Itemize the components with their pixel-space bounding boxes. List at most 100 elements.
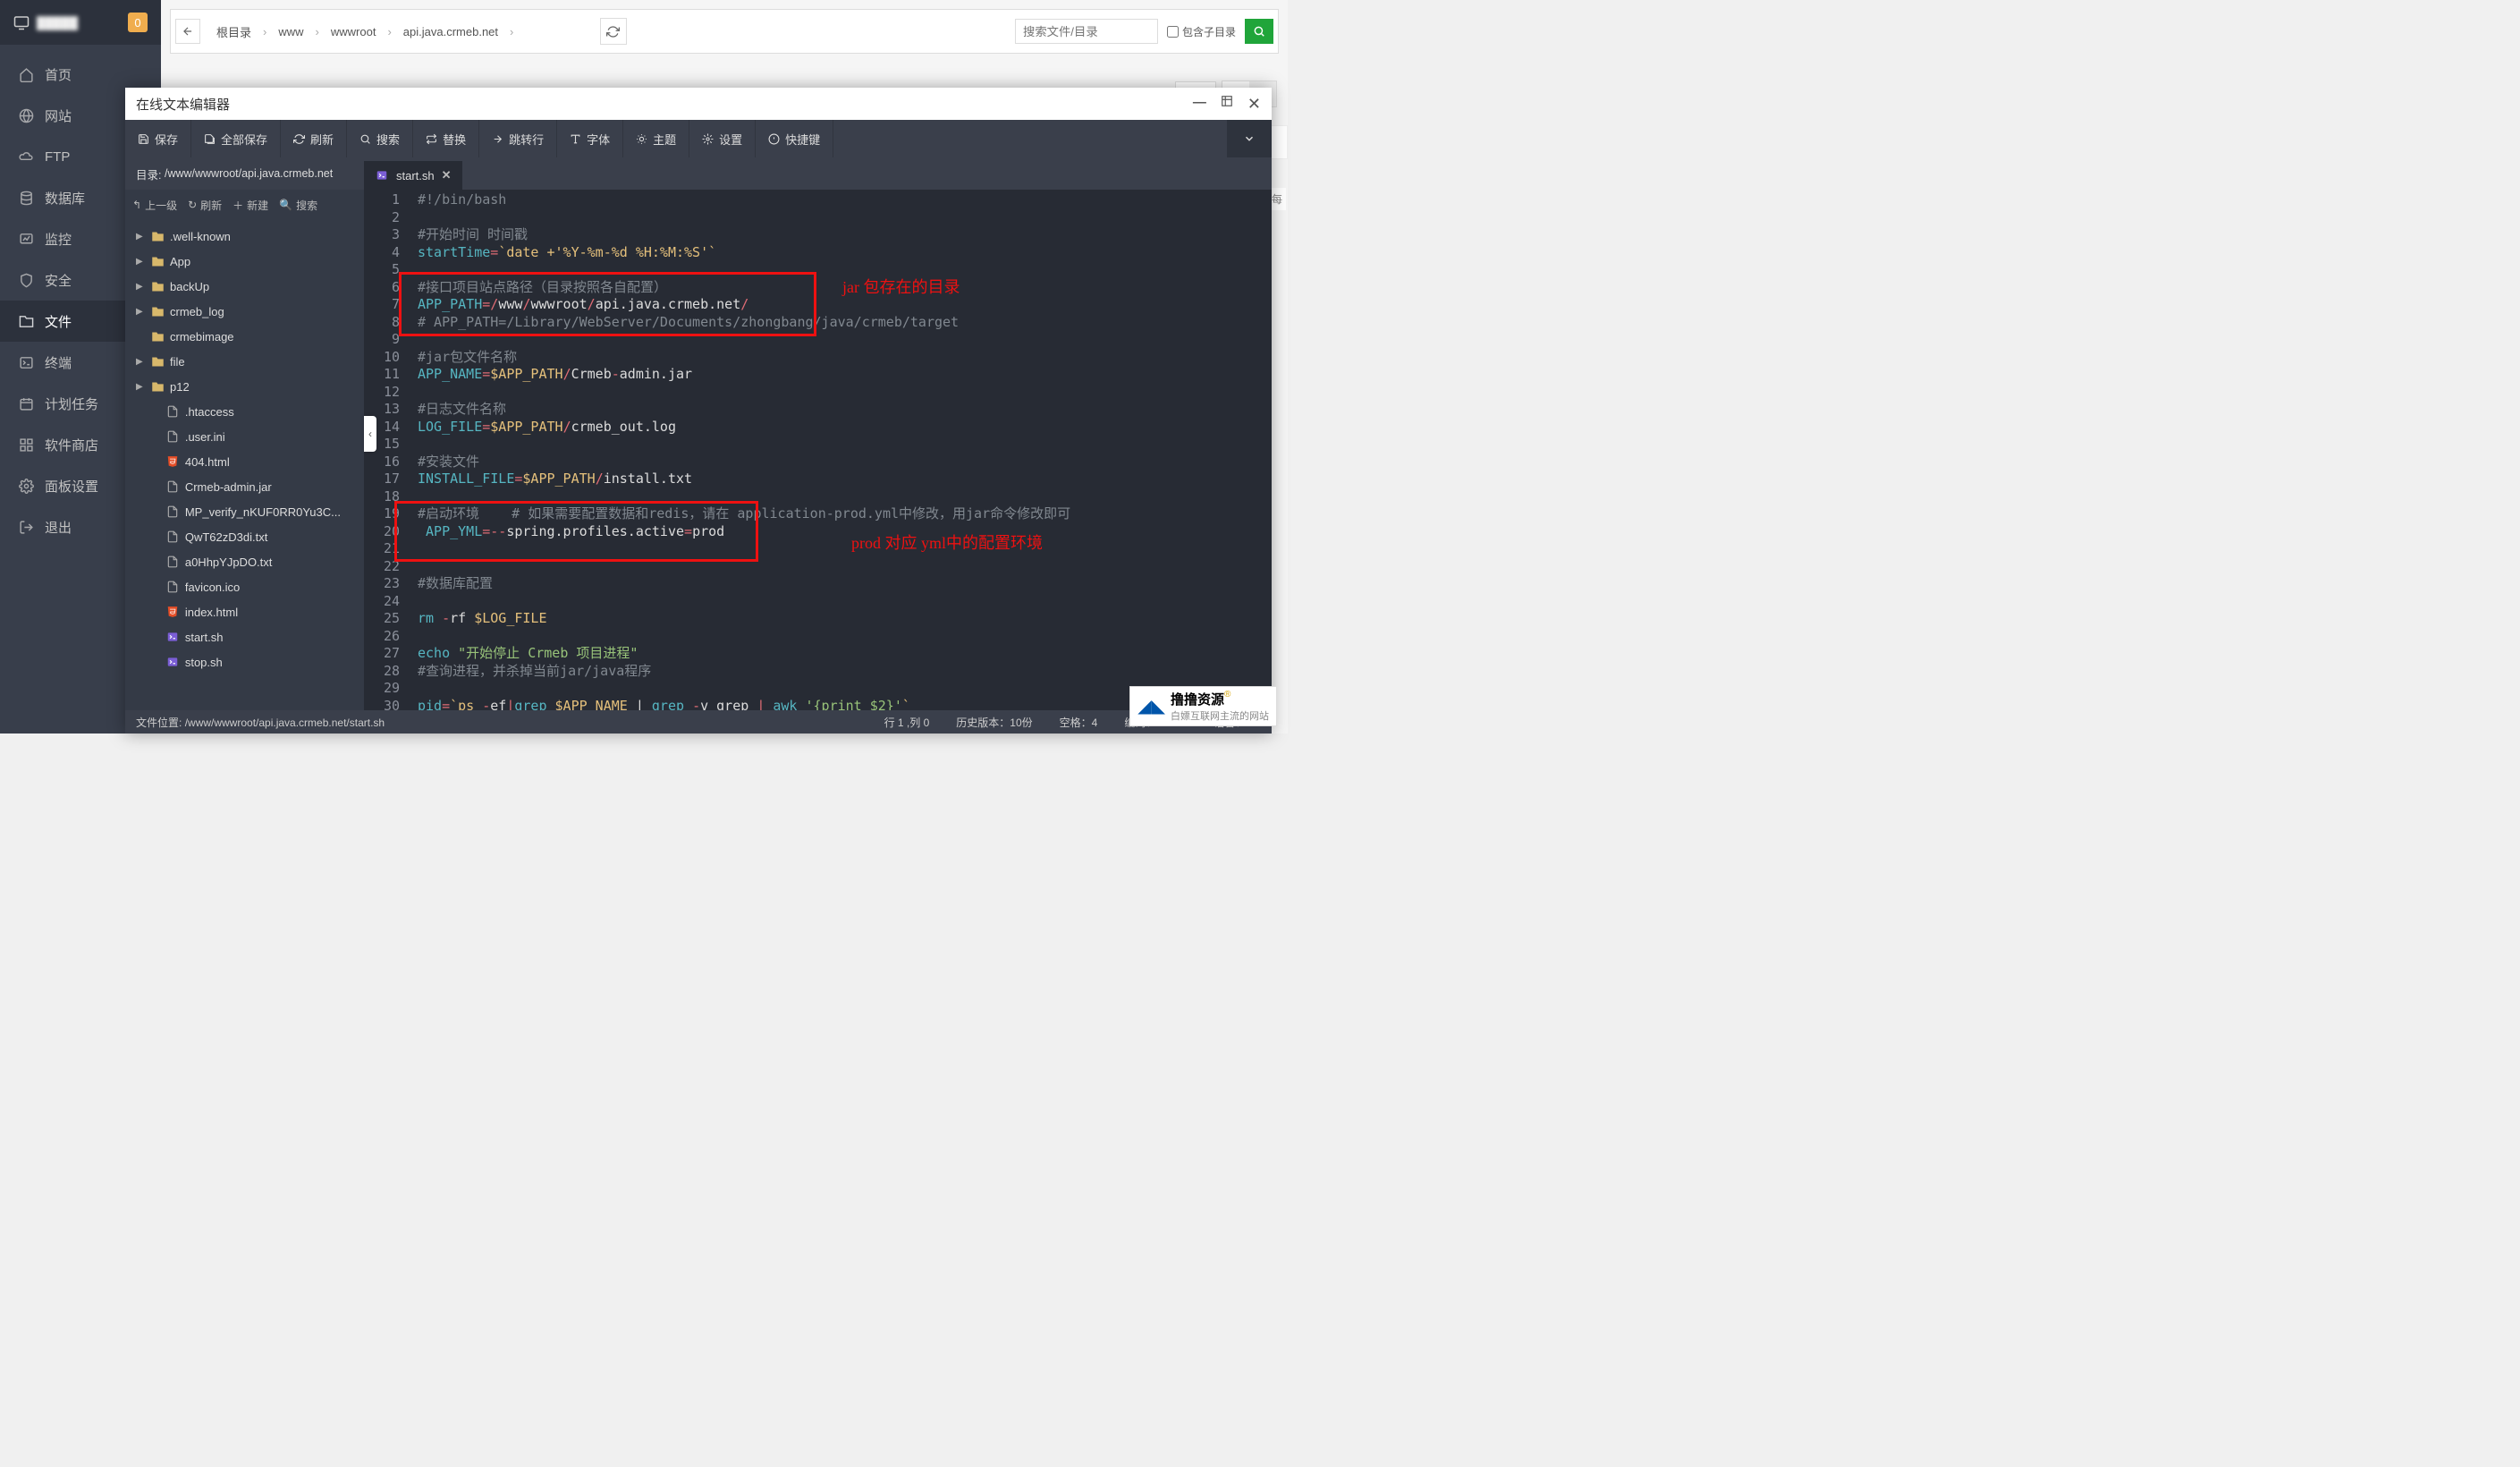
status-spaces[interactable]: 空格：4 [1060, 715, 1098, 730]
tree-item[interactable]: ▶crmeb_log [125, 299, 364, 324]
file-tab[interactable]: start.sh ✕ [364, 161, 462, 190]
breadcrumb-item[interactable]: 根目录 [207, 18, 260, 46]
shell-file-icon [165, 631, 180, 643]
file-manager-topbar: 根目录› www› wwwroot› api.java.crmeb.net› 包… [170, 9, 1279, 54]
html-file-icon [165, 606, 180, 618]
status-cursor: 行 1 ,列 0 [884, 715, 930, 730]
editor-toolbar: 保存 全部保存 刷新 搜索 替换 跳转行 字体 主题 设置 快捷键 [125, 120, 1272, 157]
maximize-button[interactable] [1221, 95, 1233, 114]
chevron-right-icon[interactable]: ▶ [136, 257, 145, 267]
tree-item[interactable]: a0HhpYJpDO.txt [125, 549, 364, 574]
tree-item-label: start.sh [185, 631, 224, 644]
editor-titlebar: 在线文本编辑器 — ✕ [125, 88, 1272, 120]
chevron-right-icon[interactable]: ▶ [136, 382, 145, 392]
font-button[interactable]: 字体 [557, 120, 623, 157]
sidebar-item-label: 网站 [45, 106, 72, 125]
tree-item-label: Crmeb-admin.jar [185, 480, 272, 494]
chevron-right-icon[interactable]: ▶ [136, 307, 145, 317]
breadcrumb-item[interactable]: www [269, 20, 312, 44]
toolbar-more-button[interactable] [1227, 120, 1272, 157]
tree-item[interactable]: start.sh [125, 624, 364, 649]
tree-item-label: stop.sh [185, 656, 223, 669]
shortcuts-button[interactable]: 快捷键 [756, 120, 833, 157]
new-button[interactable]: ＋ 新建 [233, 198, 268, 213]
annotation-label-2: prod 对应 yml中的配置环境 [851, 535, 1043, 553]
tree-item[interactable]: ▶.well-known [125, 224, 364, 249]
tree-item-label: backUp [170, 280, 209, 293]
minimize-button[interactable]: — [1193, 95, 1206, 114]
refresh-button[interactable]: 刷新 [281, 120, 347, 157]
refresh-button[interactable]: ↻ 刷新 [188, 198, 222, 213]
folder-icon [150, 305, 165, 318]
tree-item-label: crmebimage [170, 330, 234, 343]
chevron-right-icon[interactable]: ▶ [136, 232, 145, 242]
sidebar-item-label: 退出 [45, 518, 72, 537]
folder-icon [150, 330, 165, 343]
sidebar-header: █████ 0 [0, 0, 161, 45]
sidebar-item-label: 监控 [45, 230, 72, 249]
database-icon [18, 190, 34, 206]
breadcrumb-item[interactable]: wwwroot [322, 20, 385, 44]
file-icon [165, 405, 180, 418]
close-tab-button[interactable]: ✕ [442, 168, 452, 182]
tree-item[interactable]: 404.html [125, 449, 364, 474]
chevron-right-icon[interactable]: ▶ [136, 357, 145, 367]
shell-file-icon [375, 169, 389, 182]
refresh-button[interactable] [600, 18, 627, 45]
up-level-button[interactable]: ↰ 上一级 [132, 198, 177, 213]
tree-item-label: favicon.ico [185, 581, 240, 594]
back-button[interactable] [175, 19, 200, 44]
file-icon [165, 430, 180, 443]
save-button[interactable]: 保存 [125, 120, 191, 157]
theme-button[interactable]: 主题 [623, 120, 689, 157]
status-file-path: 文件位置: /www/wwwroot/api.java.crmeb.net/st… [136, 715, 385, 730]
tree-item[interactable]: stop.sh [125, 649, 364, 674]
settings-button[interactable]: 设置 [689, 120, 756, 157]
line-gutter: 1234567891011121314151617181920212223242… [364, 191, 410, 710]
search-button[interactable] [1245, 19, 1273, 44]
home-icon [18, 66, 34, 82]
tree-item-label: 404.html [185, 455, 230, 469]
app-logo: █████ [13, 14, 128, 30]
sidebar-item-label: 安全 [45, 271, 72, 290]
tree-item[interactable]: crmebimage [125, 324, 364, 349]
tree-item[interactable]: .user.ini [125, 424, 364, 449]
chevron-right-icon[interactable]: ▶ [136, 282, 145, 292]
status-history[interactable]: 历史版本：10份 [956, 715, 1032, 730]
save-all-button[interactable]: 全部保存 [191, 120, 281, 157]
tree-item-label: a0HhpYJpDO.txt [185, 555, 273, 569]
tree-item-label: p12 [170, 380, 190, 394]
tree-item[interactable]: favicon.ico [125, 574, 364, 599]
breadcrumb-item[interactable]: api.java.crmeb.net [394, 20, 507, 44]
breadcrumb: 根目录› www› wwwroot› api.java.crmeb.net› [207, 18, 593, 46]
sidebar-item-label: 首页 [45, 65, 72, 84]
folder-icon [150, 255, 165, 268]
shell-file-icon [165, 656, 180, 668]
tree-item[interactable]: index.html [125, 599, 364, 624]
search-button[interactable]: 搜索 [347, 120, 413, 157]
grid-icon [18, 437, 34, 453]
tree-item[interactable]: ▶ file [125, 349, 364, 374]
editor-status-bar: 文件位置: /www/wwwroot/api.java.crmeb.net/st… [125, 710, 1272, 734]
tree-item[interactable]: Crmeb-admin.jar [125, 474, 364, 499]
goto-line-button[interactable]: 跳转行 [479, 120, 557, 157]
sidebar-item-label: 终端 [45, 353, 72, 372]
search-box: 包含子目录 [1015, 19, 1273, 44]
tree-item[interactable]: .htaccess [125, 399, 364, 424]
tree-item-label: file [170, 355, 185, 369]
tree-item[interactable]: ▶ backUp [125, 274, 364, 299]
close-button[interactable]: ✕ [1247, 95, 1261, 114]
tree-item[interactable]: MP_verify_nKUF0RR0Yu3C... [125, 499, 364, 524]
replace-button[interactable]: 替换 [413, 120, 479, 157]
tree-item[interactable]: ▶App [125, 249, 364, 274]
monitor-icon [18, 231, 34, 247]
tree-item[interactable]: ▶ p12 [125, 374, 364, 399]
tree-item[interactable]: QwT62zD3di.txt [125, 524, 364, 549]
search-button[interactable]: 🔍 搜索 [279, 198, 317, 213]
search-input[interactable] [1015, 19, 1158, 44]
include-subdir-checkbox[interactable]: 包含子目录 [1167, 24, 1236, 39]
editor-tabs: start.sh ✕ [364, 157, 1272, 190]
code-editor[interactable]: 1234567891011121314151617181920212223242… [364, 190, 1272, 710]
folder-icon [18, 313, 34, 329]
notification-badge[interactable]: 0 [128, 13, 148, 32]
